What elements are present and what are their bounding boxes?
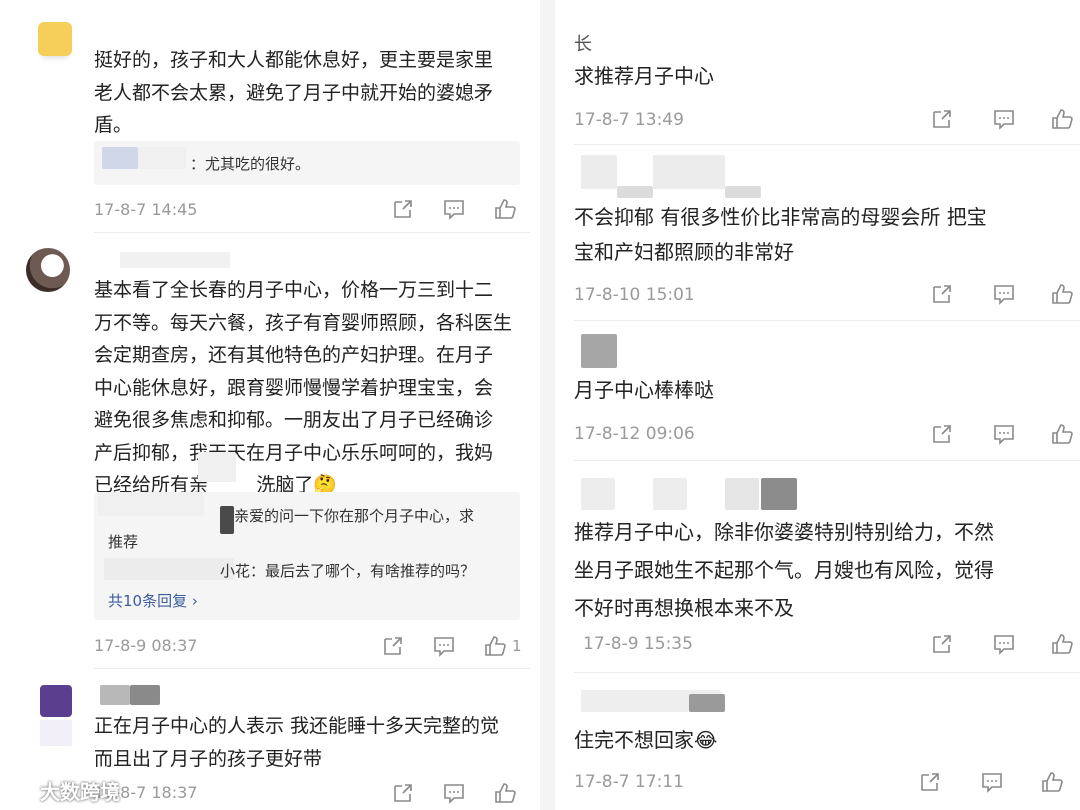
blurred-username — [100, 685, 130, 705]
blurred-username — [581, 155, 617, 189]
divider — [574, 320, 1080, 321]
reply-text: 亲爱的问一下你在那个月子中心，求 — [234, 507, 475, 525]
divider — [574, 460, 1080, 461]
right-comment-column: 长 求推荐月子中心 17-8-7 13:49 不会抑郁 有很多性价比非常高的母婴… — [555, 0, 1080, 810]
blurred-username — [198, 452, 236, 482]
blurred-username — [138, 147, 186, 169]
comment-text: 求推荐月子中心 — [574, 64, 714, 88]
comment-text: 月子中心棒棒哒 — [574, 378, 714, 402]
blurred-username — [120, 252, 230, 268]
blurred-username — [725, 478, 759, 510]
comment-icon[interactable] — [993, 283, 1015, 305]
comment-timestamp: 17-8-9 08:37 — [94, 636, 198, 655]
avatar[interactable] — [26, 248, 70, 292]
like-icon[interactable] — [494, 782, 516, 804]
reply-text: ：尤其吃的很好。 — [190, 155, 311, 173]
comment-timestamp: 17-8-12 09:06 — [574, 424, 695, 444]
watermark-logo-icon — [9, 783, 33, 797]
comment-text: 正在月子中心的人表示 我还能睡十多天完整的觉 而且出了月子的孩子更好带 — [94, 715, 500, 770]
like-icon[interactable] — [1051, 283, 1073, 305]
share-icon[interactable] — [931, 108, 953, 130]
comment-text: 挺好的，孩子和大人都能休息好，更主要是家里 老人都不会太累，避免了月子中就开始的… — [94, 49, 494, 136]
comment-icon[interactable] — [993, 108, 1015, 130]
comment-timestamp: 17-8-7 13:49 — [574, 110, 684, 130]
comment-timestamp: 17-8-9 15:35 — [583, 634, 693, 654]
comment-username[interactable]: 长 — [574, 30, 592, 56]
blurred-username — [725, 186, 761, 198]
comment-text: 不会抑郁 有很多性价比非常高的母婴会所 把宝 宝和产妇都照顾的非常好 — [574, 205, 987, 264]
blurred-username — [689, 694, 725, 712]
more-replies-link[interactable]: 共10条回复 › — [108, 590, 198, 611]
comment-icon[interactable] — [981, 771, 1003, 793]
divider — [574, 144, 1080, 145]
blurred-username — [617, 186, 653, 198]
blurred-username — [761, 478, 797, 510]
divider — [94, 232, 530, 233]
like-icon[interactable] — [484, 635, 506, 657]
blurred-username — [40, 720, 72, 746]
divider — [94, 668, 530, 669]
blurred-username — [98, 492, 204, 516]
blurred-username — [102, 147, 138, 169]
blurred-username — [104, 558, 234, 580]
watermark: 大数跨境 — [40, 780, 120, 804]
share-icon[interactable] — [919, 771, 941, 793]
blurred-username — [581, 478, 615, 510]
like-icon[interactable] — [1041, 771, 1063, 793]
comment-timestamp: 17-8-7 17:11 — [574, 772, 684, 792]
blurred-username — [653, 155, 725, 189]
share-icon[interactable] — [931, 423, 953, 445]
comment-text: 推荐月子中心，除非你婆婆特别特别给力，不然 坐月子跟她生不起那个气。月嫂也有风险… — [574, 520, 994, 620]
reply-text: 推荐 — [108, 533, 139, 551]
comment-icon[interactable] — [443, 198, 465, 220]
share-icon[interactable] — [931, 283, 953, 305]
reply-text: 小花：最后去了哪个，有啥推荐的吗？ — [220, 562, 476, 580]
divider — [574, 672, 1080, 673]
blurred-username — [581, 334, 617, 368]
reply-box[interactable]: 亲爱的问一下你在那个月子中心，求 推荐 小花：最后去了哪个，有啥推荐的吗？ 共1… — [94, 492, 520, 620]
share-icon[interactable] — [382, 635, 404, 657]
comment-text: 基本看了全长春的月子中心，价格一万三到十二 万不等。每天六餐，孩子有育婴师照顾，… — [94, 279, 513, 496]
column-gap — [540, 0, 555, 810]
like-icon[interactable] — [1051, 108, 1073, 130]
avatar[interactable] — [40, 685, 72, 717]
comment-timestamp: 17-8-10 15:01 — [574, 285, 695, 305]
comment-icon[interactable] — [433, 635, 455, 657]
left-comment-column: 挺好的，孩子和大人都能休息好，更主要是家里 老人都不会太累，避免了月子中就开始的… — [0, 0, 540, 810]
like-icon[interactable] — [1051, 633, 1073, 655]
comment-text: 住完不想回家😂 — [574, 728, 718, 752]
blurred-username — [220, 506, 234, 534]
like-count: 1 — [512, 637, 522, 655]
share-icon[interactable] — [931, 633, 953, 655]
comment-icon[interactable] — [443, 782, 465, 804]
blurred-username — [130, 685, 160, 705]
reply-box[interactable]: ：尤其吃的很好。 — [94, 141, 520, 185]
blurred-username — [653, 478, 687, 510]
like-icon[interactable] — [494, 198, 516, 220]
comment-timestamp: 17-8-7 14:45 — [94, 200, 198, 219]
comment-icon[interactable] — [993, 633, 1015, 655]
share-icon[interactable] — [392, 198, 414, 220]
comment-icon[interactable] — [993, 423, 1015, 445]
share-icon[interactable] — [392, 782, 414, 804]
like-icon[interactable] — [1051, 423, 1073, 445]
avatar[interactable] — [38, 22, 72, 56]
